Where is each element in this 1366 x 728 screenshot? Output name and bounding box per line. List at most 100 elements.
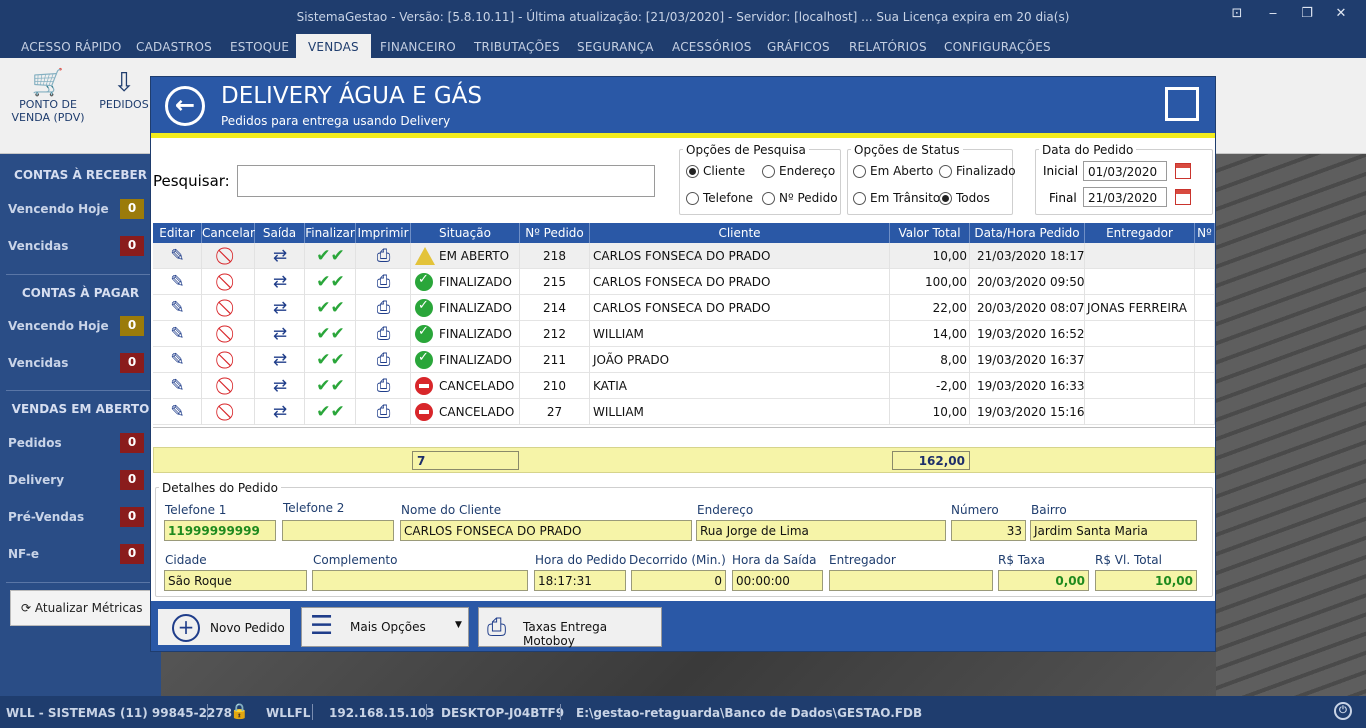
power-icon[interactable]: ⏻ <box>1334 702 1352 720</box>
radio-cliente[interactable]: Cliente <box>686 164 745 178</box>
radio-finalizado[interactable]: Finalizado <box>939 164 1016 178</box>
menu-acesso-rapido[interactable]: ACESSO RÁPIDO <box>21 40 122 54</box>
menu-graficos[interactable]: GRÁFICOS <box>767 40 830 54</box>
print-cell[interactable]: ⎙ <box>356 347 411 373</box>
print-cell[interactable]: ⎙ <box>356 399 411 425</box>
col-situacao[interactable]: Situação <box>411 223 520 243</box>
menu-estoque[interactable]: ESTOQUE <box>230 40 289 54</box>
cancel-cell[interactable]: ⃠ <box>202 269 255 295</box>
search-input[interactable] <box>237 165 655 197</box>
table-row[interactable]: ✎⃠ ⇄ ✔✔ ⎙ EM ABERTO 218CARLOS FONSECA DO PRAD… <box>153 243 1215 269</box>
sidebar-item-nfe[interactable]: NF-e <box>8 547 39 561</box>
menu-tributacoes[interactable]: TRIBUTAÇÕES <box>474 40 560 54</box>
telefone2-field[interactable] <box>282 520 394 541</box>
table-row[interactable]: ✎⃠ ⇄ ✔✔ ⎙ FINALIZADO 214CARLOS FONSECA DO PRA… <box>153 295 1215 321</box>
radio-em-aberto[interactable]: Em Aberto <box>853 164 933 178</box>
cancel-cell[interactable]: ⃠ <box>202 243 255 269</box>
calendar-icon[interactable] <box>1175 189 1191 205</box>
radio-telefone[interactable]: Telefone <box>686 191 753 205</box>
radio-em-transito[interactable]: Em Trânsito <box>853 191 940 205</box>
nome-field[interactable]: CARLOS FONSECA DO PRADO <box>400 520 692 541</box>
calendar-icon[interactable] <box>1175 163 1191 179</box>
table-row[interactable]: ✎⃠ ⇄ ✔✔ ⎙ CANCELADO 27WILLIAM10,0019/03/2020 … <box>153 399 1215 425</box>
edit-pencil-cell[interactable]: ✎ <box>153 321 202 347</box>
complemento-field[interactable] <box>312 570 528 591</box>
entregador-field[interactable] <box>829 570 993 591</box>
pdv-button[interactable]: 🛒 PONTO DE VENDA (PDV) <box>10 68 86 124</box>
exit-arrows-cell[interactable]: ⇄ <box>255 373 305 399</box>
sidebar-item-delivery[interactable]: Delivery <box>8 473 64 487</box>
print-cell[interactable]: ⎙ <box>356 295 411 321</box>
col-cliente[interactable]: Cliente <box>590 223 890 243</box>
col-n-pedido[interactable]: Nº Pedido <box>520 223 590 243</box>
sidebar-item-pre-vendas[interactable]: Pré-Vendas <box>8 510 84 524</box>
menu-seguranca[interactable]: SEGURANÇA <box>577 40 654 54</box>
col-n[interactable]: Nº <box>1195 223 1215 243</box>
col-cancelar[interactable]: Cancelar <box>202 223 255 243</box>
edit-pencil-cell[interactable]: ✎ <box>153 243 202 269</box>
menu-financeiro[interactable]: FINANCEIRO <box>380 40 456 54</box>
exit-arrows-cell[interactable]: ⇄ <box>255 243 305 269</box>
radio-endereco[interactable]: Endereço <box>762 164 835 178</box>
numero-field[interactable]: 33 <box>951 520 1026 541</box>
sidebar-item-vencidas[interactable]: Vencidas <box>8 239 68 253</box>
col-editar[interactable]: Editar <box>153 223 202 243</box>
table-row[interactable]: ✎⃠ ⇄ ✔✔ ⎙ CANCELADO 210KATIA-2,0019/03/2020 1… <box>153 373 1215 399</box>
telefone1-field[interactable]: 11999999999 <box>164 520 276 541</box>
finalize-check-cell[interactable]: ✔✔ <box>305 269 356 295</box>
finalize-check-cell[interactable]: ✔✔ <box>305 347 356 373</box>
finalize-check-cell[interactable]: ✔✔ <box>305 373 356 399</box>
hora-field[interactable]: 18:17:31 <box>534 570 626 591</box>
edit-pencil-cell[interactable]: ✎ <box>153 399 202 425</box>
col-imprimir[interactable]: Imprimir <box>356 223 411 243</box>
edit-pencil-cell[interactable]: ✎ <box>153 347 202 373</box>
edit-pencil-cell[interactable]: ✎ <box>153 373 202 399</box>
finalize-check-cell[interactable]: ✔✔ <box>305 243 356 269</box>
finalize-check-cell[interactable]: ✔✔ <box>305 321 356 347</box>
cancel-cell[interactable]: ⃠ <box>202 347 255 373</box>
mais-opcoes-button[interactable]: ☰ Mais Opções ▼ <box>301 607 469 647</box>
pedidos-button[interactable]: ⇩ PEDIDOS <box>96 68 152 111</box>
radio-n-pedido[interactable]: Nº Pedido <box>762 191 838 205</box>
edit-pencil-cell[interactable]: ✎ <box>153 295 202 321</box>
restore-screen-icon[interactable]: ⊡ <box>1226 6 1248 26</box>
saida-field[interactable]: 00:00:00 <box>732 570 823 591</box>
maximize-button[interactable]: ❐ <box>1296 6 1318 26</box>
date-final-input[interactable]: 21/03/2020 <box>1083 187 1167 207</box>
print-cell[interactable]: ⎙ <box>356 243 411 269</box>
minimize-button[interactable]: ‒ <box>1262 6 1284 26</box>
novo-pedido-button[interactable]: + Novo Pedido <box>156 607 292 647</box>
print-cell[interactable]: ⎙ <box>356 373 411 399</box>
col-data-hora[interactable]: Data/Hora Pedido <box>970 223 1085 243</box>
col-finalizar[interactable]: Finalizar <box>305 223 356 243</box>
bairro-field[interactable]: Jardim Santa Maria <box>1030 520 1197 541</box>
cidade-field[interactable]: São Roque <box>164 570 307 591</box>
decorrido-field[interactable]: 0 <box>631 570 726 591</box>
exit-arrows-cell[interactable]: ⇄ <box>255 269 305 295</box>
edit-pencil-cell[interactable]: ✎ <box>153 269 202 295</box>
exit-arrows-cell[interactable]: ⇄ <box>255 399 305 425</box>
col-entregador[interactable]: Entregador <box>1085 223 1195 243</box>
exit-arrows-cell[interactable]: ⇄ <box>255 321 305 347</box>
col-saida[interactable]: Saída <box>255 223 305 243</box>
menu-vendas[interactable]: VENDAS <box>296 34 371 58</box>
finalize-check-cell[interactable]: ✔✔ <box>305 295 356 321</box>
menu-cadastros[interactable]: CADASTROS <box>136 40 212 54</box>
total-field[interactable]: 10,00 <box>1095 570 1197 591</box>
col-valor-total[interactable]: Valor Total <box>890 223 970 243</box>
finalize-check-cell[interactable]: ✔✔ <box>305 399 356 425</box>
sidebar-item-vencendo-hoje[interactable]: Vencendo Hoje <box>8 202 109 216</box>
table-row[interactable]: ✎⃠ ⇄ ✔✔ ⎙ FINALIZADO 212WILLIAM14,0019/03/202… <box>153 321 1215 347</box>
sidebar-item-pedidos[interactable]: Pedidos <box>8 436 62 450</box>
menu-relatorios[interactable]: RELATÓRIOS <box>849 40 927 54</box>
print-cell[interactable]: ⎙ <box>356 321 411 347</box>
cancel-cell[interactable]: ⃠ <box>202 373 255 399</box>
cancel-cell[interactable]: ⃠ <box>202 321 255 347</box>
sidebar-item-vencidas[interactable]: Vencidas <box>8 356 68 370</box>
back-arrow-icon[interactable]: ← <box>165 86 205 126</box>
radio-todos[interactable]: Todos <box>939 191 990 205</box>
cancel-cell[interactable]: ⃠ <box>202 399 255 425</box>
sidebar-item-vencendo-hoje[interactable]: Vencendo Hoje <box>8 319 109 333</box>
exit-arrows-cell[interactable]: ⇄ <box>255 347 305 373</box>
exit-arrows-cell[interactable]: ⇄ <box>255 295 305 321</box>
